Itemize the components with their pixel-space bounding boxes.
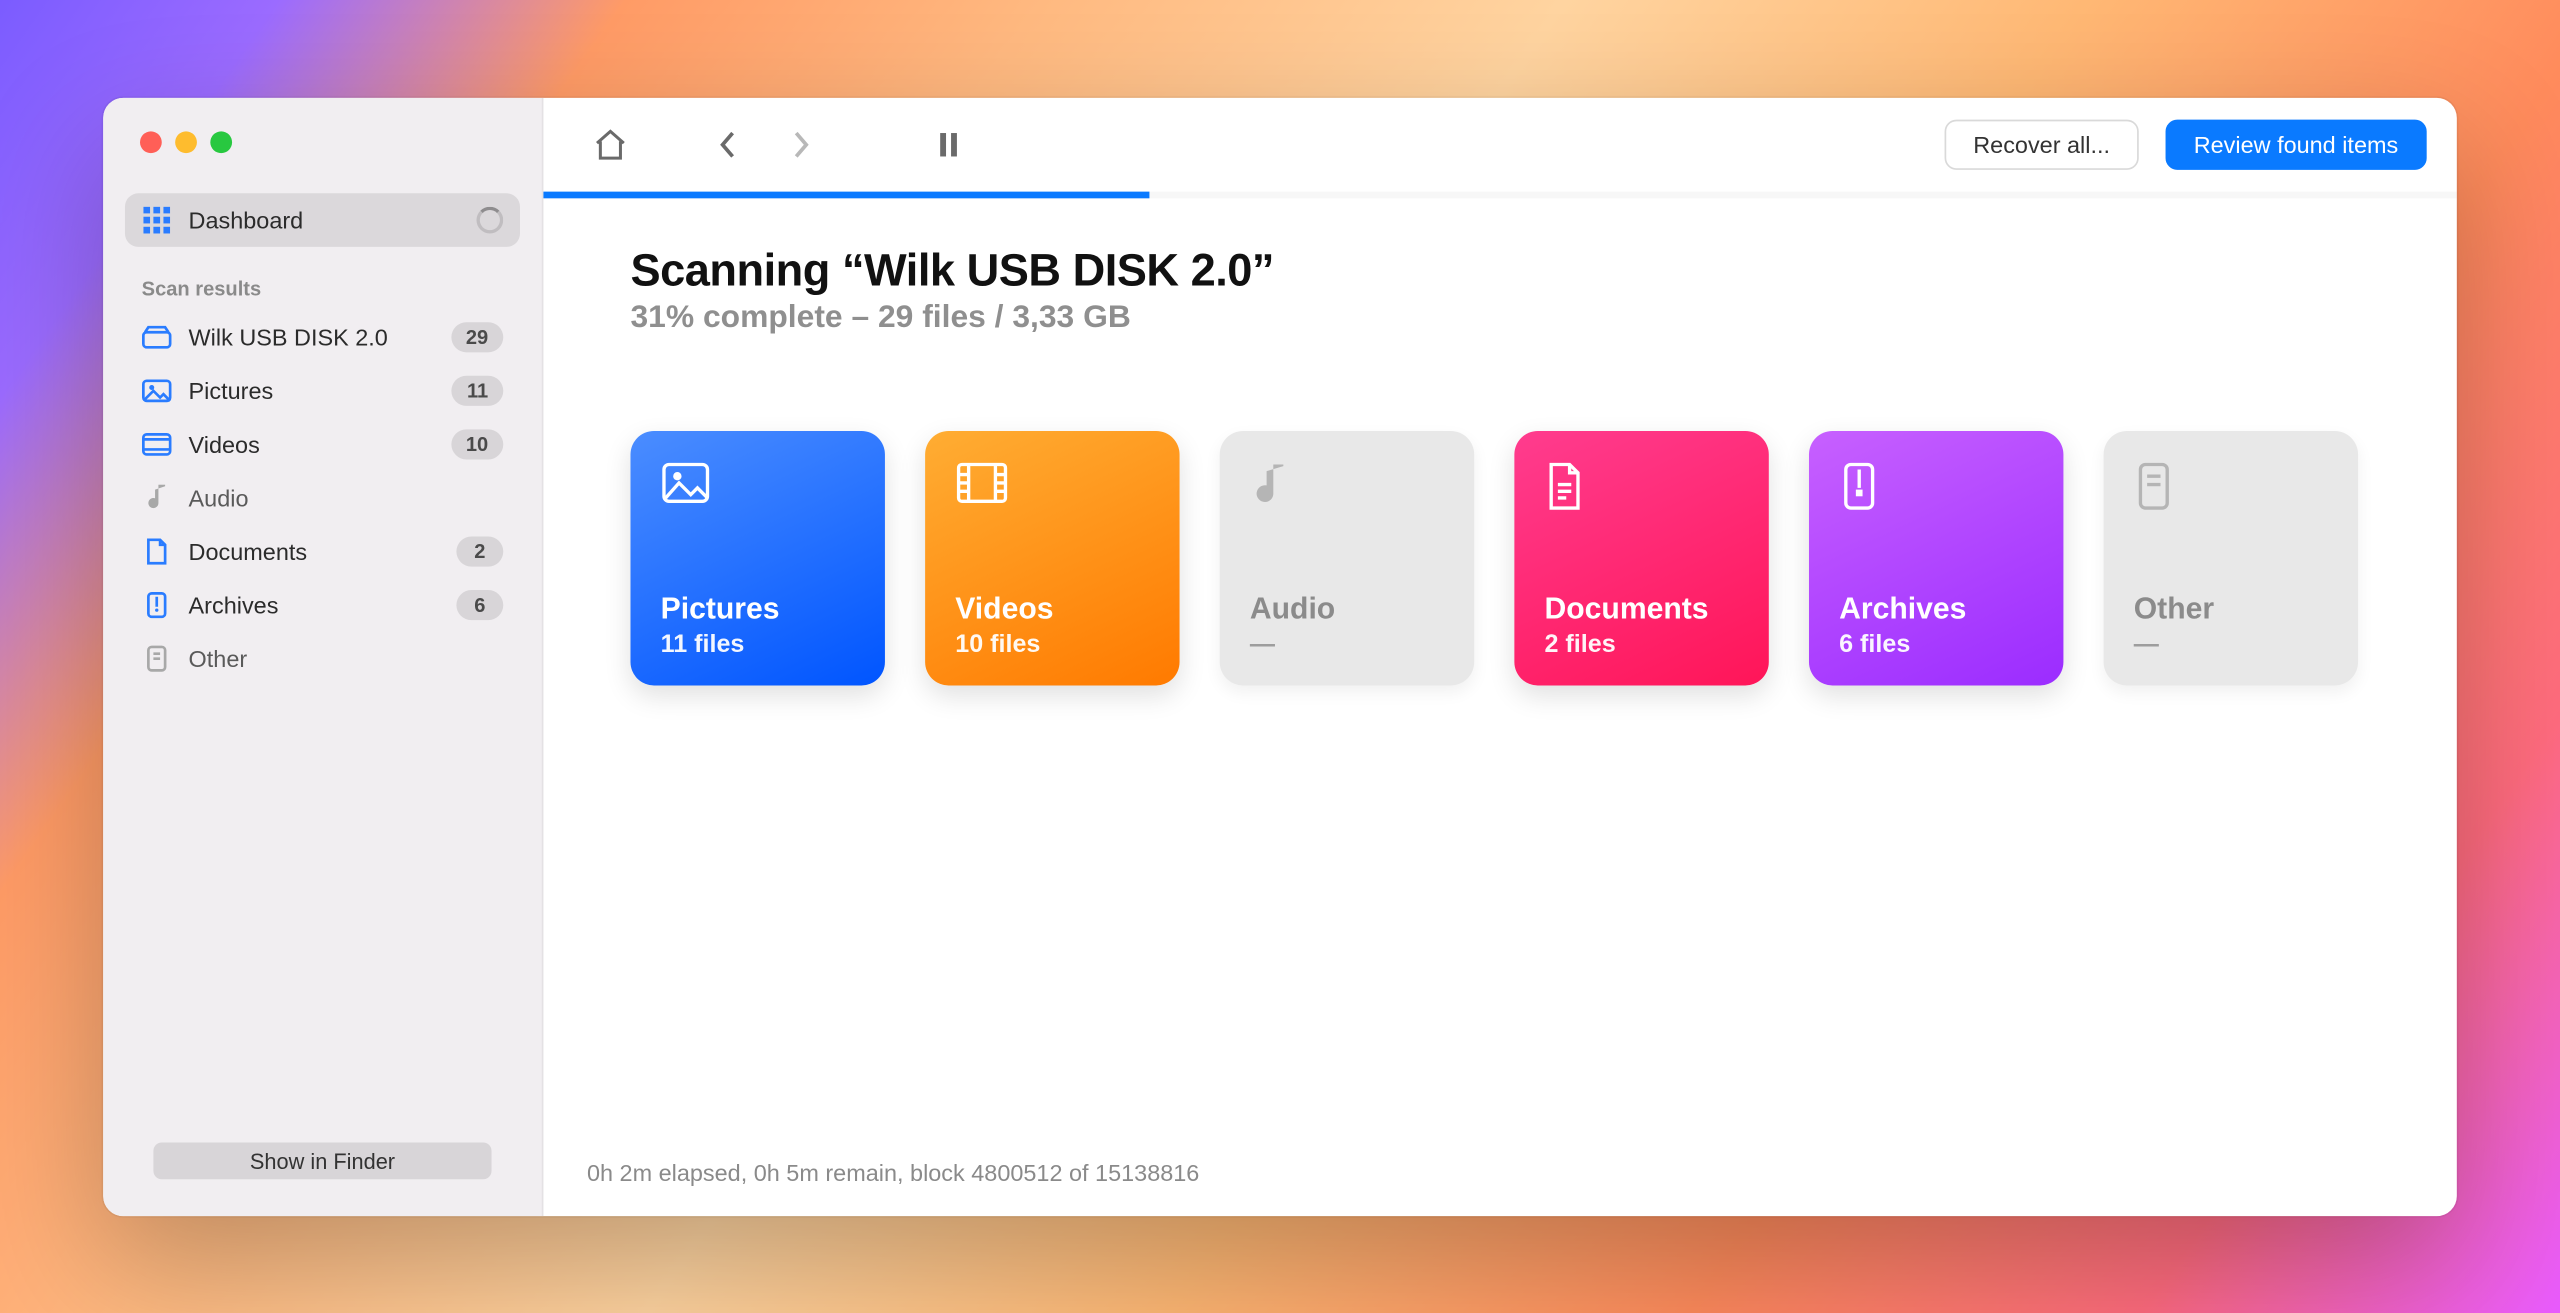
app-window: Dashboard Scan results Wilk USB DISK 2.0…: [103, 97, 2457, 1215]
card-count: 6 files: [1839, 630, 2033, 658]
forward-button[interactable]: [778, 121, 825, 168]
card-count: —: [2134, 630, 2328, 658]
card-videos[interactable]: Videos 10 files: [925, 431, 1179, 685]
sidebar-item-disk[interactable]: Wilk USB DISK 2.0 29: [125, 310, 520, 364]
category-cards: Pictures 11 files Videos 10 files: [630, 431, 2369, 685]
video-icon: [142, 429, 172, 459]
sidebar-item-archives[interactable]: Archives 6: [125, 578, 520, 632]
maximize-button[interactable]: [210, 131, 232, 153]
card-name: Documents: [1544, 591, 1738, 626]
card-count: 10 files: [955, 630, 1149, 658]
card-count: 11 files: [661, 630, 855, 658]
card-other[interactable]: Other —: [2104, 431, 2358, 685]
count-badge: 2: [456, 536, 503, 566]
scan-title: Scanning “Wilk USB DISK 2.0”: [630, 245, 2369, 297]
back-button[interactable]: [704, 121, 751, 168]
close-button[interactable]: [140, 131, 162, 153]
sidebar-item-other[interactable]: Other: [125, 631, 520, 685]
card-name: Pictures: [661, 591, 855, 626]
card-audio[interactable]: Audio —: [1220, 431, 1474, 685]
card-documents[interactable]: Documents 2 files: [1514, 431, 1768, 685]
audio-icon: [142, 482, 172, 512]
document-icon: [142, 536, 172, 566]
sidebar-item-audio[interactable]: Audio: [125, 471, 520, 525]
video-icon: [955, 461, 1005, 511]
other-icon: [2134, 461, 2184, 511]
drive-icon: [142, 322, 172, 352]
sidebar-item-label: Dashboard: [189, 206, 460, 233]
count-badge: 10: [451, 429, 503, 459]
sidebar-item-label: Archives: [189, 591, 440, 618]
other-icon: [142, 643, 172, 673]
scan-subtitle: 31% complete – 29 files / 3,33 GB: [630, 300, 2369, 337]
card-name: Audio: [1250, 591, 1444, 626]
sidebar-item-label: Videos: [189, 431, 434, 458]
card-count: 2 files: [1544, 630, 1738, 658]
main-panel: Recover all... Review found items Scanni…: [543, 97, 2456, 1215]
sidebar-item-dashboard[interactable]: Dashboard: [125, 193, 520, 247]
audio-icon: [1250, 461, 1300, 511]
sidebar-item-label: Pictures: [189, 377, 436, 404]
recover-all-button[interactable]: Recover all...: [1945, 119, 2139, 169]
card-name: Videos: [955, 591, 1149, 626]
window-controls: [103, 97, 542, 182]
sidebar-item-label: Wilk USB DISK 2.0: [189, 323, 434, 350]
archive-icon: [1839, 461, 1889, 511]
picture-icon: [142, 375, 172, 405]
sidebar-section-heading: Scan results: [125, 246, 520, 310]
sidebar: Dashboard Scan results Wilk USB DISK 2.0…: [103, 97, 543, 1215]
spinner-icon: [476, 206, 503, 233]
sidebar-item-label: Audio: [189, 484, 504, 511]
count-badge: 11: [452, 375, 503, 405]
show-in-finder-button[interactable]: Show in Finder: [153, 1142, 491, 1179]
status-bar: 0h 2m elapsed, 0h 5m remain, block 48005…: [543, 1135, 2456, 1215]
archive-icon: [142, 590, 172, 620]
count-badge: 6: [456, 590, 503, 620]
sidebar-item-label: Documents: [189, 538, 440, 565]
card-name: Other: [2134, 591, 2328, 626]
card-count: —: [1250, 630, 1444, 658]
scan-progress-bar: [543, 191, 2456, 198]
home-button[interactable]: [587, 121, 634, 168]
scan-progress-fill: [543, 191, 1150, 198]
pause-button[interactable]: [925, 121, 972, 168]
minimize-button[interactable]: [175, 131, 197, 153]
review-found-items-button[interactable]: Review found items: [2165, 119, 2426, 169]
sidebar-item-videos[interactable]: Videos 10: [125, 417, 520, 471]
toolbar: Recover all... Review found items: [543, 97, 2456, 191]
card-pictures[interactable]: Pictures 11 files: [630, 431, 884, 685]
document-icon: [1544, 461, 1594, 511]
picture-icon: [661, 461, 711, 511]
grid-icon: [142, 205, 172, 235]
count-badge: 29: [451, 322, 503, 352]
sidebar-item-label: Other: [189, 645, 504, 672]
card-name: Archives: [1839, 591, 2033, 626]
card-archives[interactable]: Archives 6 files: [1809, 431, 2063, 685]
sidebar-item-pictures[interactable]: Pictures 11: [125, 364, 520, 418]
sidebar-item-documents[interactable]: Documents 2: [125, 524, 520, 578]
